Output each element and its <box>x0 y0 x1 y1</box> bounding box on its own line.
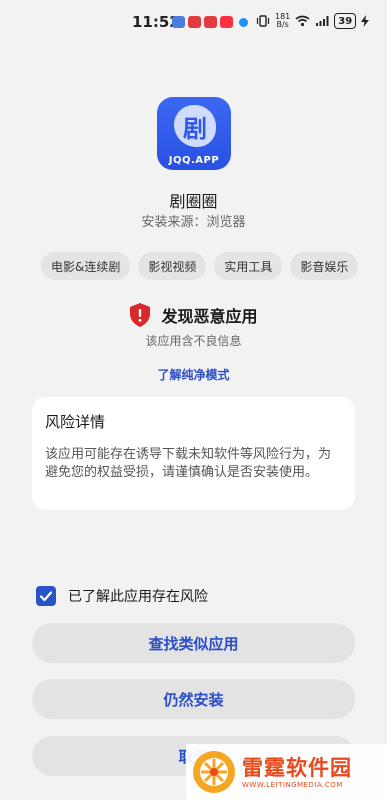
app-notification-icon <box>172 16 185 28</box>
app-notification-icon <box>220 16 233 28</box>
acknowledge-checkbox[interactable] <box>36 586 56 606</box>
warning-subtitle: 该应用含不良信息 <box>145 334 242 348</box>
category-tag: 影视视频 <box>138 252 207 280</box>
danger-shield-icon <box>130 303 151 327</box>
wifi-icon <box>295 15 310 27</box>
network-speed: 181 B/s <box>275 12 291 29</box>
risk-details-card: 风险详情 该应用可能存在诱导下载未知软件等风险行为，为避免您的权益受损，请谨慎确… <box>32 397 355 510</box>
app-icon-brand: JQQ.APP <box>168 155 220 166</box>
notification-icons <box>172 16 248 28</box>
status-indicators: 181 B/s 39 <box>256 12 370 29</box>
warning-title: 发现恶意应用 <box>161 307 258 326</box>
warning-header: 发现恶意应用 <box>0 303 387 327</box>
status-bar: 11:52 181 B/s 39 <box>0 0 387 44</box>
watermark: 雷霆软件园 WWW.LEITINGMEDIA.COM <box>186 744 387 800</box>
risk-details-title: 风险详情 <box>45 413 106 431</box>
acknowledge-label[interactable]: 已了解此应用存在风险 <box>68 586 208 606</box>
checkmark-icon <box>39 591 53 602</box>
vibrate-icon <box>256 15 270 27</box>
battery-indicator: 39 <box>334 13 357 29</box>
category-tags: 电影&连续剧 影视视频 实用工具 影音娱乐 <box>41 252 359 280</box>
acknowledge-risk-row[interactable]: 已了解此应用存在风险 <box>36 586 208 606</box>
category-tag: 实用工具 <box>214 252 283 280</box>
learn-pure-mode-link[interactable]: 了解纯净模式 <box>0 366 387 383</box>
app-notification-icon <box>188 16 201 28</box>
watermark-title: 雷霆软件园 <box>242 756 352 780</box>
install-source: 安装来源：浏览器 <box>141 215 246 230</box>
category-tag: 影音娱乐 <box>290 252 359 280</box>
signal-icon <box>316 16 329 26</box>
app-icon: 剧 JQQ.APP <box>157 97 231 170</box>
app-icon-glyph: 剧 <box>174 105 216 147</box>
app-name: 剧圈圈 <box>169 192 218 211</box>
watermark-logo-icon <box>193 751 235 793</box>
app-notification-icon <box>239 18 248 27</box>
risk-details-body: 该应用可能存在诱导下载未知软件等风险行为，为避免您的权益受损，请谨慎确认是否安装… <box>45 447 332 480</box>
watermark-url: WWW.LEITINGMEDIA.COM <box>242 781 343 789</box>
app-notification-icon <box>204 16 217 28</box>
install-anyway-button[interactable]: 仍然安装 <box>32 679 355 719</box>
category-tag: 电影&连续剧 <box>41 252 131 280</box>
find-similar-apps-button[interactable]: 查找类似应用 <box>32 623 355 663</box>
charging-icon <box>361 15 370 27</box>
